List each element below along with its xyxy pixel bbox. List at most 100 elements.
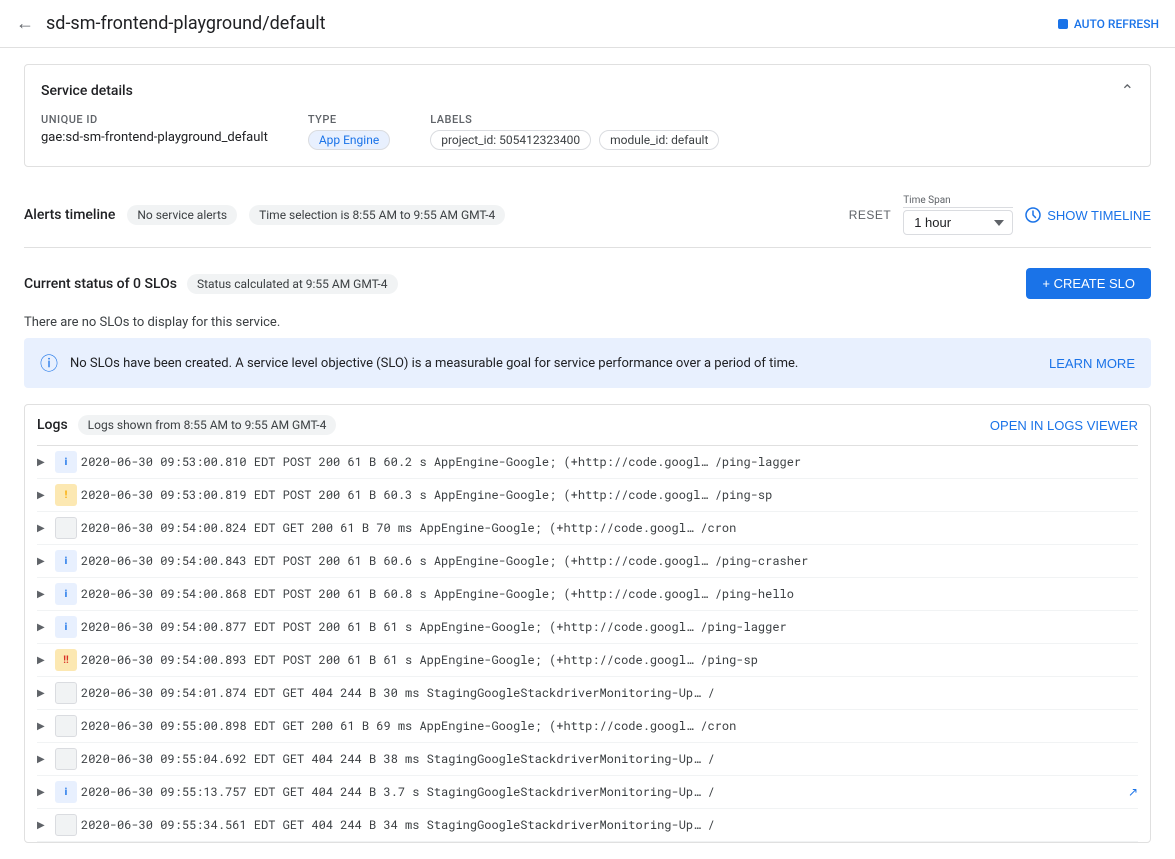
logs-time-badge: Logs shown from 8:55 AM to 9:55 AM GMT-4 (78, 415, 337, 435)
log-severity-badge: i (55, 781, 77, 803)
reset-button[interactable]: RESET (849, 208, 892, 222)
log-content: 2020-06-30 09:53:00.819 EDT POST 200 61 … (81, 487, 1138, 503)
log-expand-icon[interactable]: ▶ (37, 589, 51, 600)
alerts-timeline-title: Alerts timeline (24, 207, 115, 223)
main-content: Service details ⌃ UNIQUE ID gae:sd-sm-fr… (0, 48, 1175, 859)
type-chip: App Engine (308, 130, 390, 150)
log-row[interactable]: ▶ i 2020-06-30 09:53:00.810 EDT POST 200… (37, 446, 1138, 479)
time-span-group: Time Span 1 hour 6 hours 1 day 7 days 30… (903, 195, 1013, 235)
log-row[interactable]: ▶ 2020-06-30 09:55:00.898 EDT GET 200 61… (37, 710, 1138, 743)
labels-chips: project_id: 505412323400 module_id: defa… (430, 130, 719, 150)
label-chip-2: module_id: default (599, 130, 719, 150)
log-expand-icon[interactable]: ▶ (37, 490, 51, 501)
log-row[interactable]: ▶ 2020-06-30 09:54:00.824 EDT GET 200 61… (37, 512, 1138, 545)
log-content: 2020-06-30 09:53:00.810 EDT POST 200 61 … (81, 454, 1138, 470)
log-content: 2020-06-30 09:54:00.824 EDT GET 200 61 B… (81, 520, 1138, 536)
external-link-icon[interactable]: ↗ (1128, 785, 1138, 799)
back-button[interactable]: ← (16, 13, 34, 34)
labels-label: LABELS (430, 113, 719, 126)
log-severity-badge (55, 517, 77, 539)
status-bar-left: Current status of 0 SLOs Status calculat… (24, 274, 398, 294)
time-selection-badge: Time selection is 8:55 AM to 9:55 AM GMT… (249, 205, 505, 225)
card-header: Service details ⌃ (41, 81, 1134, 101)
collapse-button[interactable]: ⌃ (1121, 81, 1134, 101)
info-banner: ⓘ No SLOs have been created. A service l… (24, 338, 1151, 388)
log-expand-icon[interactable]: ▶ (37, 556, 51, 567)
log-severity-badge (55, 715, 77, 737)
log-content: 2020-06-30 09:55:04.692 EDT GET 404 244 … (81, 751, 1138, 767)
time-span-select[interactable]: 1 hour 6 hours 1 day 7 days 30 days (903, 210, 1013, 235)
current-status-title: Current status of 0 SLOs (24, 276, 177, 292)
current-status-bar: Current status of 0 SLOs Status calculat… (24, 256, 1151, 311)
log-content: 2020-06-30 09:54:00.877 EDT POST 200 61 … (81, 619, 1138, 635)
type-label: TYPE (308, 113, 390, 126)
learn-more-button[interactable]: LEARN MORE (1049, 356, 1135, 371)
log-content: 2020-06-30 09:54:00.843 EDT POST 200 61 … (81, 553, 1138, 569)
timeline-icon (1025, 207, 1041, 223)
unique-id-value: gae:sd-sm-frontend-playground_default (41, 130, 268, 145)
unique-id-group: UNIQUE ID gae:sd-sm-frontend-playground_… (41, 113, 268, 150)
service-details-grid: UNIQUE ID gae:sd-sm-frontend-playground_… (41, 113, 1134, 150)
log-expand-icon[interactable]: ▶ (37, 655, 51, 666)
log-content: 2020-06-30 09:55:00.898 EDT GET 200 61 B… (81, 718, 1138, 734)
logs-title: Logs (37, 417, 68, 433)
top-bar-left: ← sd-sm-frontend-playground/default (16, 13, 326, 34)
log-expand-icon[interactable]: ▶ (37, 820, 51, 831)
log-severity-badge: i (55, 616, 77, 638)
log-severity-badge (55, 814, 77, 836)
info-banner-text: No SLOs have been created. A service lev… (70, 356, 1037, 371)
log-severity-badge (55, 682, 77, 704)
auto-refresh-button[interactable]: AUTO REFRESH (1058, 17, 1159, 31)
log-severity-badge (55, 748, 77, 770)
log-content: 2020-06-30 09:54:00.868 EDT POST 200 61 … (81, 586, 1138, 602)
auto-refresh-indicator (1058, 19, 1068, 29)
log-row[interactable]: ▶ 2020-06-30 09:55:34.561 EDT GET 404 24… (37, 809, 1138, 842)
log-row[interactable]: ▶ i 2020-06-30 09:54:00.843 EDT POST 200… (37, 545, 1138, 578)
labels-group: LABELS project_id: 505412323400 module_i… (430, 113, 719, 150)
log-content: 2020-06-30 09:54:00.893 EDT POST 200 61 … (81, 652, 1138, 668)
log-row[interactable]: ▶ i 2020-06-30 09:54:00.877 EDT POST 200… (37, 611, 1138, 644)
log-content: 2020-06-30 09:54:01.874 EDT GET 404 244 … (81, 685, 1138, 701)
create-slo-button[interactable]: + CREATE SLO (1026, 268, 1151, 299)
log-row[interactable]: ▶ 2020-06-30 09:55:04.692 EDT GET 404 24… (37, 743, 1138, 776)
logs-header: Logs Logs shown from 8:55 AM to 9:55 AM … (37, 405, 1138, 446)
no-service-alerts-badge: No service alerts (127, 205, 237, 225)
log-content: 2020-06-30 09:55:34.561 EDT GET 404 244 … (81, 817, 1138, 833)
log-expand-icon[interactable]: ▶ (37, 622, 51, 633)
log-row[interactable]: ▶ i 2020-06-30 09:55:13.757 EDT GET 404 … (37, 776, 1138, 809)
log-row[interactable]: ▶ !! 2020-06-30 09:54:00.893 EDT POST 20… (37, 644, 1138, 677)
log-severity-badge: ! (55, 484, 77, 506)
log-severity-badge: !! (55, 649, 77, 671)
info-icon: ⓘ (40, 350, 58, 376)
open-in-logs-viewer-button[interactable]: OPEN IN LOGS VIEWER (990, 418, 1138, 433)
show-timeline-button[interactable]: SHOW TIMELINE (1025, 207, 1151, 223)
card-title: Service details (41, 83, 133, 99)
log-content: 2020-06-30 09:55:13.757 EDT GET 404 244 … (81, 784, 1124, 800)
log-row[interactable]: ▶ i 2020-06-30 09:54:00.868 EDT POST 200… (37, 578, 1138, 611)
top-bar: ← sd-sm-frontend-playground/default AUTO… (0, 0, 1175, 48)
log-expand-icon[interactable]: ▶ (37, 721, 51, 732)
service-details-card: Service details ⌃ UNIQUE ID gae:sd-sm-fr… (24, 64, 1151, 167)
log-row[interactable]: ▶ 2020-06-30 09:54:01.874 EDT GET 404 24… (37, 677, 1138, 710)
logs-section: Logs Logs shown from 8:55 AM to 9:55 AM … (24, 404, 1151, 843)
unique-id-label: UNIQUE ID (41, 113, 268, 126)
status-calculated-badge: Status calculated at 9:55 AM GMT-4 (187, 274, 398, 294)
auto-refresh-label: AUTO REFRESH (1074, 17, 1159, 31)
log-rows-container: ▶ i 2020-06-30 09:53:00.810 EDT POST 200… (37, 446, 1138, 842)
log-expand-icon[interactable]: ▶ (37, 457, 51, 468)
type-group: TYPE App Engine (308, 113, 390, 150)
log-expand-icon[interactable]: ▶ (37, 787, 51, 798)
alerts-timeline-bar: Alerts timeline No service alerts Time s… (24, 183, 1151, 248)
log-severity-badge: i (55, 583, 77, 605)
page-title: sd-sm-frontend-playground/default (46, 13, 326, 34)
log-expand-icon[interactable]: ▶ (37, 754, 51, 765)
no-slo-text: There are no SLOs to display for this se… (24, 311, 1151, 338)
log-severity-badge: i (55, 550, 77, 572)
show-timeline-label: SHOW TIMELINE (1047, 208, 1151, 223)
log-expand-icon[interactable]: ▶ (37, 688, 51, 699)
log-row[interactable]: ▶ ! 2020-06-30 09:53:00.819 EDT POST 200… (37, 479, 1138, 512)
log-expand-icon[interactable]: ▶ (37, 523, 51, 534)
log-severity-badge: i (55, 451, 77, 473)
time-span-label: Time Span (903, 195, 1013, 208)
label-chip-1: project_id: 505412323400 (430, 130, 591, 150)
